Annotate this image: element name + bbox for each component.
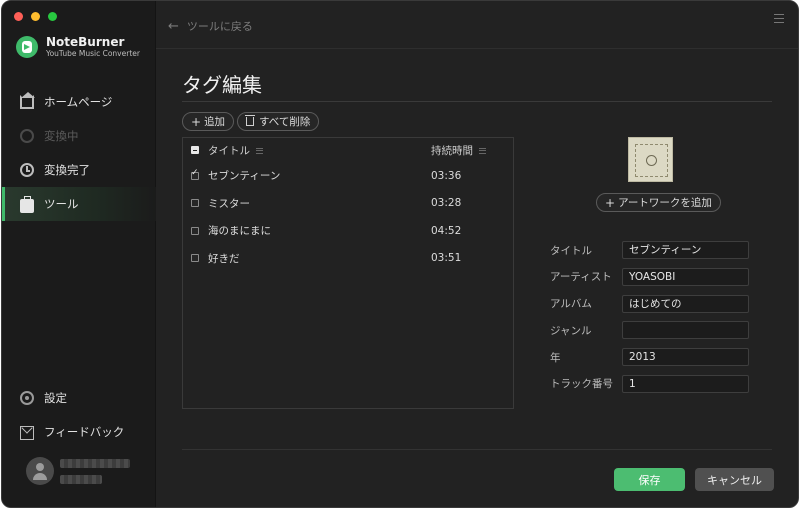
arrow-left-icon: ← (168, 18, 179, 34)
track-table: タイトル 持続時間 セブンティーン 03:36 ミスター 03:28 海のまにま… (182, 137, 514, 409)
footer-divider (182, 449, 772, 450)
row-checkbox[interactable] (191, 226, 199, 235)
noteburner-logo-icon (16, 36, 38, 58)
track-title: 海のまにまに (208, 225, 271, 238)
table-row[interactable]: 海のまにまに 04:52 (183, 217, 513, 245)
sidebar: NoteBurner YouTube Music Converter ホームペー… (2, 1, 156, 507)
main-content: ← ツールに戻る タグ編集 + 追加 すべて削除 タイトル 持続時間 セブンティ… (156, 1, 798, 507)
select-all-checkbox[interactable] (191, 146, 199, 154)
add-artwork-button[interactable]: + アートワークを追加 (596, 193, 721, 212)
album-label: アルバム (550, 298, 592, 311)
title-divider (182, 101, 772, 102)
redacted-user-info (60, 458, 130, 484)
table-row[interactable]: セブンティーン 03:36 (183, 162, 513, 190)
album-field[interactable]: はじめての (622, 294, 749, 313)
save-button[interactable]: 保存 (614, 468, 685, 491)
header-divider (156, 48, 798, 49)
add-button[interactable]: + 追加 (182, 112, 235, 131)
artist-field[interactable]: YOASOBI (622, 267, 749, 286)
sidebar-item-converting: 変換中 (2, 119, 156, 153)
sidebar-item-label: 変換完了 (44, 163, 90, 177)
title-label: タイトル (550, 244, 592, 257)
album-artwork (628, 137, 673, 182)
minimize-window-button[interactable] (31, 12, 40, 21)
zoom-window-button[interactable] (48, 12, 57, 21)
track-number-label: トラック番号 (550, 378, 613, 391)
app-name: NoteBurner (46, 35, 125, 49)
clock-icon (20, 163, 34, 177)
converting-icon (20, 129, 34, 143)
table-row[interactable]: 好きだ 03:51 (183, 245, 513, 273)
artist-label: アーティスト (550, 271, 612, 284)
sidebar-nav: ホームページ 変換中 変換完了 ツール (2, 85, 156, 221)
column-header-title[interactable]: タイトル (208, 143, 263, 158)
plus-icon: + (191, 114, 202, 129)
close-window-button[interactable] (14, 12, 23, 21)
delete-all-button[interactable]: すべて削除 (237, 112, 320, 131)
toolbox-icon (20, 195, 34, 213)
sidebar-item-label: ツール (44, 197, 79, 211)
add-label: 追加 (204, 116, 226, 128)
genre-field[interactable] (622, 321, 749, 340)
track-duration: 03:51 (431, 252, 462, 265)
track-title: ミスター (208, 197, 250, 210)
table-row[interactable]: ミスター 03:28 (183, 190, 513, 218)
year-field[interactable]: 2013 (622, 348, 749, 367)
genre-label: ジャンル (550, 324, 592, 337)
mail-icon (20, 426, 34, 440)
track-title: セブンティーン (208, 170, 281, 183)
column-header-duration[interactable]: 持続時間 (431, 143, 486, 158)
year-label: 年 (550, 351, 561, 364)
window-controls (14, 12, 57, 21)
track-title: 好きだ (208, 252, 240, 265)
track-duration: 03:36 (431, 169, 462, 182)
plus-icon: + (605, 195, 616, 210)
track-number-field[interactable]: 1 (622, 374, 749, 393)
app-subtitle: YouTube Music Converter (46, 49, 140, 58)
row-checkbox[interactable] (191, 199, 199, 208)
avatar[interactable] (26, 457, 54, 485)
row-checkbox[interactable] (191, 168, 199, 180)
sidebar-item-settings[interactable]: 設定 (2, 381, 156, 415)
app-window: NoteBurner YouTube Music Converter ホームペー… (1, 0, 799, 508)
menu-icon[interactable] (774, 14, 784, 23)
tag-form: タイトル セブンティーン アーティスト YOASOBI アルバム はじめての ジ… (550, 241, 749, 402)
sidebar-item-home[interactable]: ホームページ (2, 85, 156, 119)
sidebar-item-label: フィードバック (44, 425, 125, 439)
sort-icon[interactable] (256, 147, 263, 154)
sidebar-item-feedback[interactable]: フィードバック (2, 415, 156, 449)
app-brand: NoteBurner YouTube Music Converter (16, 35, 140, 59)
track-duration: 04:52 (431, 224, 462, 237)
sidebar-item-label: ホームページ (44, 95, 113, 109)
back-label: ツールに戻る (186, 20, 253, 33)
sidebar-item-label: 変換中 (44, 129, 79, 143)
cancel-button[interactable]: キャンセル (695, 468, 774, 491)
sidebar-item-label: 設定 (44, 391, 67, 405)
trash-icon (245, 115, 255, 126)
title-field[interactable]: セブンティーン (622, 241, 749, 259)
back-link[interactable]: ← ツールに戻る (168, 18, 253, 34)
sort-icon[interactable] (479, 147, 486, 154)
home-icon (20, 92, 35, 109)
row-checkbox[interactable] (191, 254, 199, 263)
sidebar-item-tools[interactable]: ツール (2, 187, 156, 221)
track-duration: 03:28 (431, 197, 462, 210)
sidebar-item-converted[interactable]: 変換完了 (2, 153, 156, 187)
page-title: タグ編集 (182, 73, 262, 97)
delete-all-label: すべて削除 (259, 116, 311, 128)
gear-icon (20, 391, 34, 405)
table-header: タイトル 持続時間 (183, 138, 513, 162)
user-account[interactable] (26, 457, 130, 485)
sidebar-bottom-nav: 設定 フィードバック (2, 381, 156, 449)
add-artwork-label: アートワークを追加 (618, 197, 712, 209)
